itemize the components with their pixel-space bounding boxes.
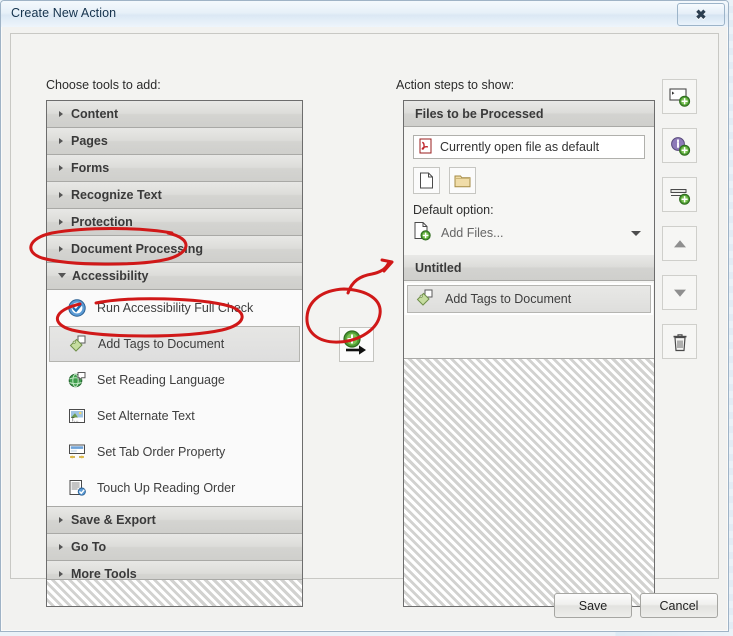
up-arrow-icon — [671, 237, 689, 251]
default-option-dropdown[interactable]: Add Files... — [413, 221, 645, 245]
pdf-file-icon — [419, 138, 433, 157]
add-divider-icon — [668, 184, 692, 206]
choose-tools-heading: Choose tools to add: — [46, 78, 161, 92]
category-label: Protection — [71, 215, 133, 229]
currently-open-file-label: Currently open file as default — [440, 140, 599, 154]
chevron-down-icon — [631, 231, 641, 236]
close-icon: ✖ — [696, 8, 707, 21]
category-protection[interactable]: Protection — [47, 209, 302, 236]
category-label: Content — [71, 107, 118, 121]
chevron-right-icon — [59, 111, 63, 117]
step-add-tags-to-document[interactable]: Add Tags to Document — [407, 285, 651, 313]
tool-label: Set Tab Order Property — [97, 445, 225, 459]
image-text-icon: T... — [67, 406, 87, 426]
chevron-right-icon — [59, 544, 63, 550]
section-header-files-to-be-processed: Files to be Processed — [404, 101, 654, 127]
title-bar: Create New Action ✖ — [1, 1, 728, 27]
down-arrow-icon — [671, 286, 689, 300]
category-label: Pages — [71, 134, 108, 148]
category-go-to[interactable]: Go To — [47, 534, 302, 561]
default-option-label: Default option: — [413, 203, 645, 217]
section-header-untitled: Untitled — [404, 255, 654, 281]
tool-set-alternate-text[interactable]: T... Set Alternate Text — [47, 398, 302, 434]
trash-icon — [670, 331, 690, 353]
add-info-icon — [668, 135, 692, 157]
category-forms[interactable]: Forms — [47, 155, 302, 182]
add-panel-icon — [668, 86, 692, 108]
tool-label: Touch Up Reading Order — [97, 481, 235, 495]
category-label: Document Processing — [71, 242, 203, 256]
svg-text:T...: T... — [70, 418, 79, 424]
category-document-processing[interactable]: Document Processing — [47, 236, 302, 263]
add-single-file-icon — [419, 172, 434, 189]
chevron-down-icon — [58, 273, 66, 281]
cancel-button[interactable]: Cancel — [640, 593, 718, 618]
add-single-file-button[interactable] — [413, 167, 440, 194]
chevron-right-icon — [59, 192, 63, 198]
side-toolbar — [662, 79, 697, 373]
add-prompt-button[interactable] — [662, 128, 697, 163]
category-recognize-text[interactable]: Recognize Text — [47, 182, 302, 209]
green-tag-icon — [68, 334, 88, 354]
tool-label: Run Accessibility Full Check — [97, 301, 253, 315]
chevron-right-icon — [59, 571, 63, 577]
currently-open-file-row[interactable]: Currently open file as default — [413, 135, 645, 159]
add-folder-button[interactable] — [449, 167, 476, 194]
category-label: Forms — [71, 161, 109, 175]
tool-touch-up-reading-order[interactable]: Touch Up Reading Order — [47, 470, 302, 506]
category-save-and-export[interactable]: Save & Export — [47, 506, 302, 534]
file-source-buttons — [413, 167, 645, 194]
delete-button[interactable] — [662, 324, 697, 359]
move-down-button[interactable] — [662, 275, 697, 310]
files-section-body: Currently open file as default — [404, 127, 654, 255]
action-steps-panel[interactable]: Files to be Processed Currently open fil… — [403, 100, 655, 607]
tool-label: Set Reading Language — [97, 373, 225, 387]
tool-label: Set Alternate Text — [97, 409, 195, 423]
tools-list-panel[interactable]: Content Pages Forms Recognize Text Prote… — [46, 100, 303, 607]
reading-order-icon — [67, 478, 87, 498]
steps-panel-empty-area — [404, 358, 654, 606]
add-step-button[interactable] — [339, 327, 374, 362]
step-label: Add Tags to Document — [445, 292, 571, 306]
add-instruction-button[interactable] — [662, 79, 697, 114]
blue-check-shield-icon — [67, 298, 87, 318]
category-label: Recognize Text — [71, 188, 162, 202]
tool-set-reading-language[interactable]: Set Reading Language — [47, 362, 302, 398]
category-label: Save & Export — [71, 513, 156, 527]
dialog-body: Choose tools to add: Action steps to sho… — [10, 33, 719, 579]
chevron-right-icon — [59, 138, 63, 144]
add-divider-button[interactable] — [662, 177, 697, 212]
chevron-right-icon — [59, 517, 63, 523]
category-accessibility[interactable]: Accessibility — [47, 263, 302, 290]
save-button[interactable]: Save — [554, 593, 632, 618]
tab-order-icon — [67, 442, 87, 462]
category-label: Go To — [71, 540, 106, 554]
tool-set-tab-order-property[interactable]: Set Tab Order Property — [47, 434, 302, 470]
create-new-action-dialog: Create New Action ✖ Choose tools to add:… — [0, 0, 729, 632]
green-tag-icon — [415, 288, 435, 311]
default-option-value: Add Files... — [441, 226, 504, 240]
window-title: Create New Action — [11, 6, 116, 20]
tool-label: Add Tags to Document — [98, 337, 224, 351]
tool-add-tags-to-document[interactable]: Add Tags to Document — [49, 326, 300, 362]
category-label: Accessibility — [72, 269, 148, 283]
move-up-button[interactable] — [662, 226, 697, 261]
tool-run-accessibility-full-check[interactable]: Run Accessibility Full Check — [47, 290, 302, 326]
chevron-right-icon — [59, 246, 63, 252]
chevron-right-icon — [59, 165, 63, 171]
globe-speech-icon — [67, 370, 87, 390]
add-folder-icon — [454, 173, 471, 188]
add-step-arrow-icon — [340, 328, 371, 359]
chevron-right-icon — [59, 219, 63, 225]
add-files-icon — [413, 221, 432, 246]
tools-panel-empty-area — [47, 579, 302, 606]
category-pages[interactable]: Pages — [47, 128, 302, 155]
action-steps-heading: Action steps to show: — [396, 78, 514, 92]
category-content[interactable]: Content — [47, 101, 302, 128]
close-button[interactable]: ✖ — [677, 3, 725, 26]
